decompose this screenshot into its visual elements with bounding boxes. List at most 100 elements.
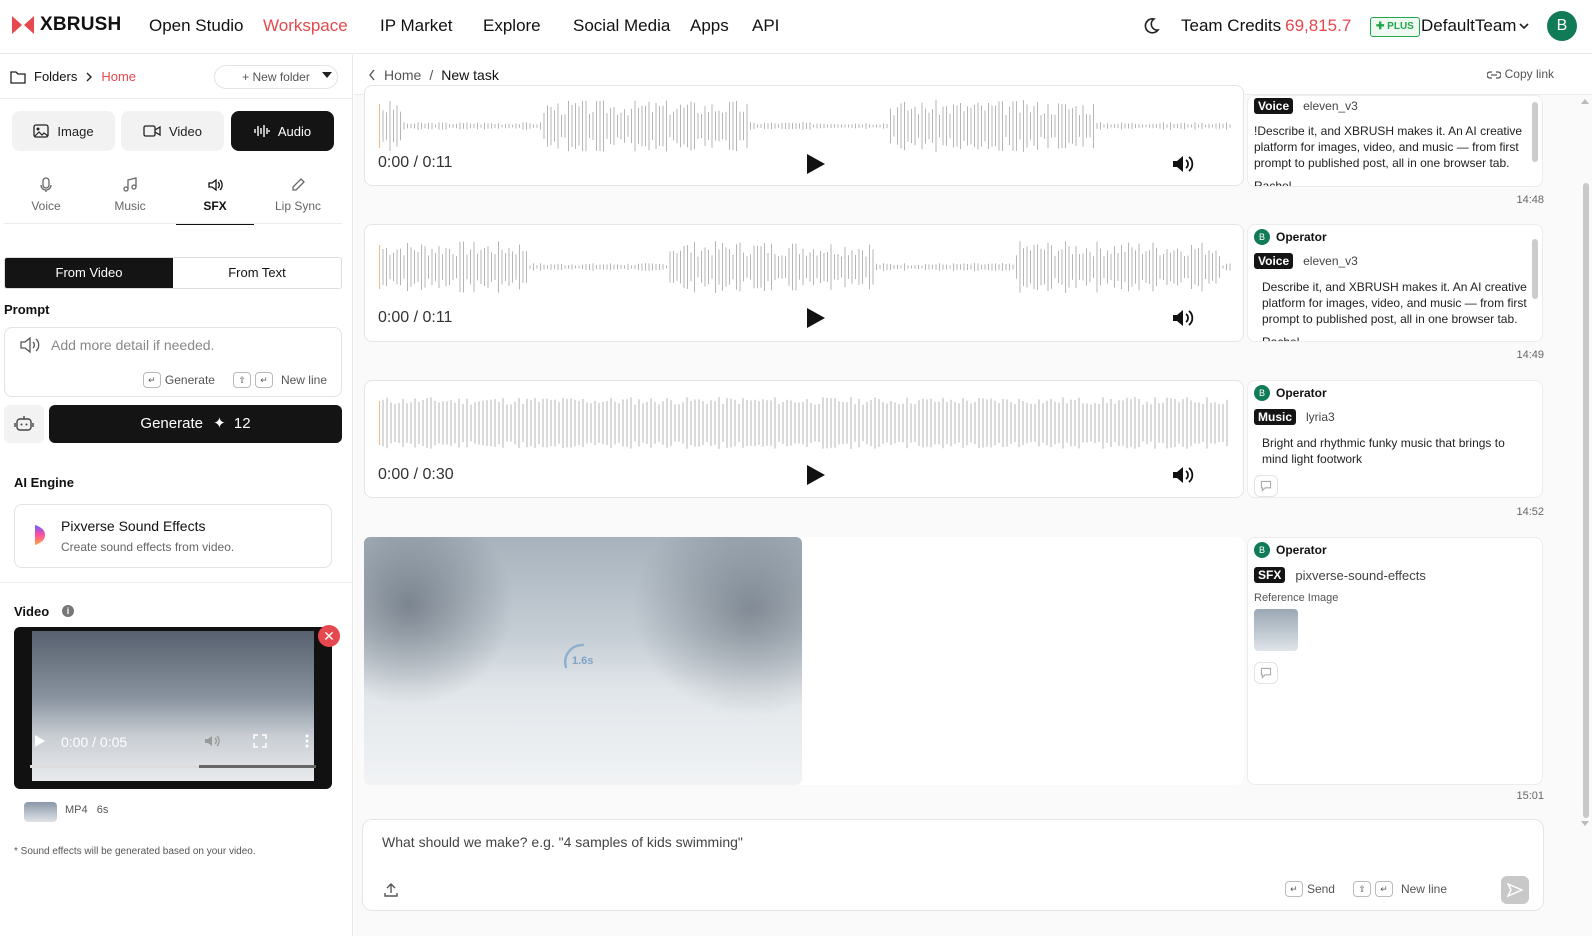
source-toggle: From Video From Text	[4, 257, 342, 289]
xbrush-logo-icon	[12, 16, 34, 34]
folder-icon	[10, 70, 26, 84]
comment-icon[interactable]	[1254, 662, 1278, 684]
media-tab-audio-label: Audio	[277, 123, 312, 139]
from-video-tab[interactable]: From Video	[5, 258, 173, 288]
comment-icon[interactable]	[1254, 475, 1278, 497]
robot-icon	[14, 416, 34, 431]
nav-explore[interactable]: Explore	[483, 16, 541, 36]
timestamp: 14:52	[1516, 506, 1544, 518]
operator-name: Operator	[1276, 543, 1327, 557]
audio-waveform[interactable]	[379, 393, 1231, 453]
dark-mode-moon-icon[interactable]	[1142, 17, 1160, 35]
send-icon	[1507, 882, 1523, 898]
video-thumbnail	[32, 631, 314, 781]
audio-time: 0:00 / 0:30	[378, 466, 454, 483]
media-tab-image[interactable]: Image	[12, 111, 115, 151]
copy-link-button[interactable]: Copy link	[1486, 67, 1554, 81]
info-icon[interactable]: i	[62, 605, 74, 617]
brand-logo[interactable]: XBRUSH	[12, 14, 121, 36]
remove-video-button[interactable]: ✕	[318, 625, 340, 647]
fullscreen-icon[interactable]	[253, 734, 267, 748]
image-icon	[33, 124, 50, 138]
upload-icon[interactable]	[383, 882, 399, 898]
media-tab-audio[interactable]: Audio	[231, 111, 334, 151]
assistant-bot-button[interactable]	[4, 405, 44, 443]
breadcrumb-current: New task	[441, 67, 499, 83]
audio-waveform[interactable]	[379, 237, 1231, 297]
subtab-sfx[interactable]: SFX	[176, 177, 254, 225]
video-progress-bar[interactable]	[30, 765, 316, 768]
subtab-music-label: Music	[114, 199, 146, 213]
prompt-placeholder: Add more detail if needed.	[51, 337, 215, 353]
folder-current[interactable]: Home	[101, 69, 136, 84]
task-meta-card: B Operator Music lyria3 Bright and rhythmi…	[1247, 380, 1543, 498]
meta-scrollbar[interactable]	[1532, 239, 1538, 299]
plan-badge-label: PLUS	[1387, 21, 1414, 32]
ai-engine-label: AI Engine	[14, 475, 74, 490]
volume-icon[interactable]	[1172, 308, 1194, 328]
media-tab-video[interactable]: Video	[121, 111, 224, 151]
video-label: Video	[14, 604, 50, 619]
scroll-up-icon[interactable]	[1580, 97, 1590, 105]
divider	[0, 582, 353, 583]
subtab-lip-sync[interactable]: Lip Sync	[258, 177, 338, 225]
video-player[interactable]: 0:00 / 0:05	[14, 627, 332, 789]
scroll-down-icon[interactable]	[1580, 820, 1590, 828]
nav-social-media[interactable]: Social Media	[573, 16, 670, 36]
video-time: 0:00 / 0:05	[61, 734, 128, 750]
engine-selector[interactable]: Pixverse Sound Effects Create sound effe…	[14, 504, 332, 568]
scrollbar-thumb[interactable]	[1583, 183, 1589, 818]
file-type: MP4	[65, 804, 88, 816]
task-prompt-text: Describe it, and XBRUSH makes it. An AI …	[1262, 280, 1527, 326]
generate-button[interactable]: Generate ✦ 12	[49, 405, 342, 443]
nav-api[interactable]: API	[752, 16, 779, 36]
nav-open-studio[interactable]: Open Studio	[149, 16, 244, 36]
from-text-tab[interactable]: From Text	[173, 258, 341, 288]
user-avatar[interactable]: B	[1547, 11, 1577, 41]
file-thumbnail	[24, 802, 57, 822]
speaker-icon	[208, 178, 223, 192]
chevron-left-icon[interactable]	[368, 69, 376, 81]
nav-workspace[interactable]: Workspace	[263, 16, 348, 36]
engine-desc: Create sound effects from video.	[61, 540, 235, 554]
folders-link[interactable]: Folders	[34, 69, 77, 84]
task-tag: Music	[1254, 409, 1297, 425]
divider	[0, 98, 353, 99]
send-button[interactable]	[1501, 876, 1529, 904]
operator-avatar: B	[1254, 542, 1270, 558]
mute-icon[interactable]	[204, 734, 222, 748]
reference-image-thumbnail[interactable]	[1254, 609, 1298, 651]
subtab-music[interactable]: Music	[90, 177, 170, 225]
operator-avatar: B	[1254, 385, 1270, 401]
main-scrollbar[interactable]	[1580, 95, 1590, 930]
preview-trees	[632, 537, 802, 717]
prompt-input[interactable]: Add more detail if needed. ↵ Generate ⇧ …	[4, 327, 342, 397]
task-tag: Voice	[1254, 253, 1294, 269]
operator-name: Operator	[1276, 386, 1327, 400]
subtab-voice[interactable]: Voice	[6, 177, 86, 225]
volume-icon[interactable]	[1172, 154, 1194, 174]
video-camera-icon	[143, 125, 161, 137]
breadcrumb-home[interactable]: Home	[384, 67, 421, 83]
audio-waveform[interactable]	[379, 96, 1231, 156]
nav-apps[interactable]: Apps	[690, 16, 729, 36]
play-icon[interactable]	[34, 734, 46, 748]
chevron-down-icon[interactable]	[1518, 20, 1530, 32]
new-folder-button[interactable]: + New folder	[214, 65, 338, 89]
operator-avatar: B	[1254, 229, 1270, 245]
caret-down-icon[interactable]	[322, 72, 332, 78]
sfx-note: * Sound effects will be generated based …	[14, 846, 256, 857]
meta-scrollbar[interactable]	[1532, 102, 1538, 162]
link-icon	[1486, 71, 1502, 79]
play-icon[interactable]	[803, 152, 827, 176]
volume-icon[interactable]	[1172, 465, 1194, 485]
hint-generate: Generate	[164, 373, 215, 387]
play-icon[interactable]	[803, 463, 827, 487]
task-tag: SFX	[1254, 567, 1286, 583]
nav-ip-market[interactable]: IP Market	[380, 16, 452, 36]
more-vertical-icon[interactable]	[305, 734, 309, 748]
chat-input[interactable]: What should we make? e.g. "4 samples of …	[362, 819, 1544, 911]
audio-result-card: 0:00 / 0:11	[364, 224, 1244, 342]
play-icon[interactable]	[803, 306, 827, 330]
team-selector[interactable]: DefaultTeam	[1421, 16, 1516, 36]
